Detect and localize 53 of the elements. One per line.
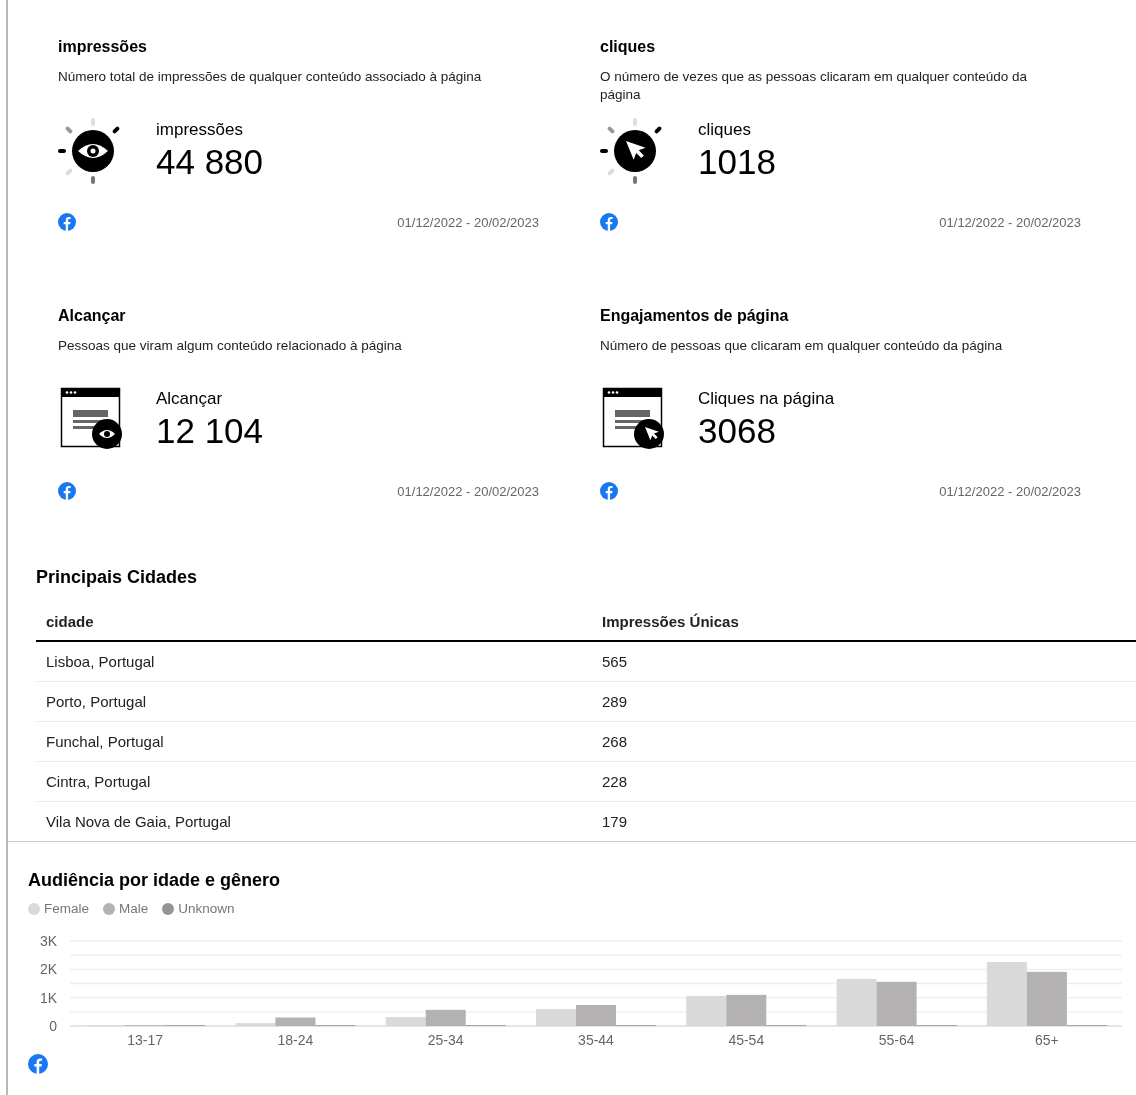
- table-cell: 289: [592, 681, 1136, 722]
- table-cell: 228: [592, 761, 1136, 802]
- axis-label: 13-17: [127, 1032, 164, 1048]
- metric-value: 1018: [698, 142, 776, 182]
- metric-value: 3068: [698, 411, 777, 451]
- table-cell: Cintra, Portugal: [36, 761, 592, 802]
- table-cell: 268: [592, 721, 1136, 762]
- card-title: Engajamentos de página: [600, 307, 790, 325]
- table-cell: Porto, Portugal: [36, 681, 592, 722]
- legend-label: Unknown: [178, 901, 235, 916]
- facebook-icon: [600, 213, 618, 231]
- metric-label: Alcançar: [156, 389, 224, 409]
- card-description: O número de vezes que as pessoas clicaram em qualquer conteúdo da página: [600, 68, 1028, 104]
- facebook-icon: [58, 213, 76, 231]
- axis-label: 0: [49, 1018, 57, 1034]
- section-title: Audiência por idade e gênero: [28, 869, 282, 892]
- metric-label: impressões: [156, 120, 244, 140]
- metric-value: 44 880: [156, 142, 264, 182]
- legend-label: Female: [44, 901, 89, 916]
- card-title: impressões: [58, 38, 148, 56]
- facebook-icon: [58, 482, 76, 500]
- facebook-icon: [28, 1054, 48, 1074]
- section-title: Principais Cidades: [36, 566, 199, 588]
- table-cell: 565: [592, 641, 1136, 682]
- column-header: Impressões Únicas: [592, 602, 1136, 641]
- table-cell: Funchal, Portugal: [36, 721, 592, 762]
- date-range: 01/12/2022 - 20/02/2023: [939, 214, 1081, 230]
- axis-label: 55-64: [878, 1032, 915, 1048]
- card-description: Número de pessoas que clicaram em qualquer conteúdo da página: [600, 337, 1004, 355]
- axis-label: 35-44: [578, 1032, 614, 1048]
- axis-label: 45-54: [728, 1032, 765, 1048]
- facebook-icon: [600, 482, 618, 500]
- axis-label: 25-34: [427, 1032, 464, 1048]
- card-description: Número total de impressões de qualquer conteúdo associado à página: [58, 68, 483, 86]
- card-title: Alcançar: [58, 307, 127, 325]
- metric-label: cliques: [698, 120, 752, 140]
- legend-label: Male: [119, 901, 149, 916]
- date-range: 01/12/2022 - 20/02/2023: [397, 214, 539, 230]
- axis-label: 2K: [39, 961, 57, 978]
- metric-value: 12 104: [156, 411, 264, 451]
- card-title: cliques: [600, 38, 657, 56]
- date-range: 01/12/2022 - 20/02/2023: [397, 483, 539, 499]
- date-range: 01/12/2022 - 20/02/2023: [939, 483, 1081, 499]
- table-cell: Lisboa, Portugal: [36, 641, 592, 682]
- axis-label: 18-24: [277, 1032, 314, 1048]
- column-header: cidade: [36, 602, 592, 641]
- metric-label: Cliques na página: [698, 389, 835, 409]
- card-description: Pessoas que viram algum conteúdo relacionado à página: [58, 337, 403, 355]
- axis-label: 65+: [1035, 1032, 1059, 1048]
- axis-label: 3K: [39, 933, 57, 949]
- table-cell: Vila Nova de Gaia, Portugal: [36, 801, 592, 841]
- axis-label: 1K: [39, 989, 57, 1006]
- table-cell: 179: [592, 801, 1136, 841]
